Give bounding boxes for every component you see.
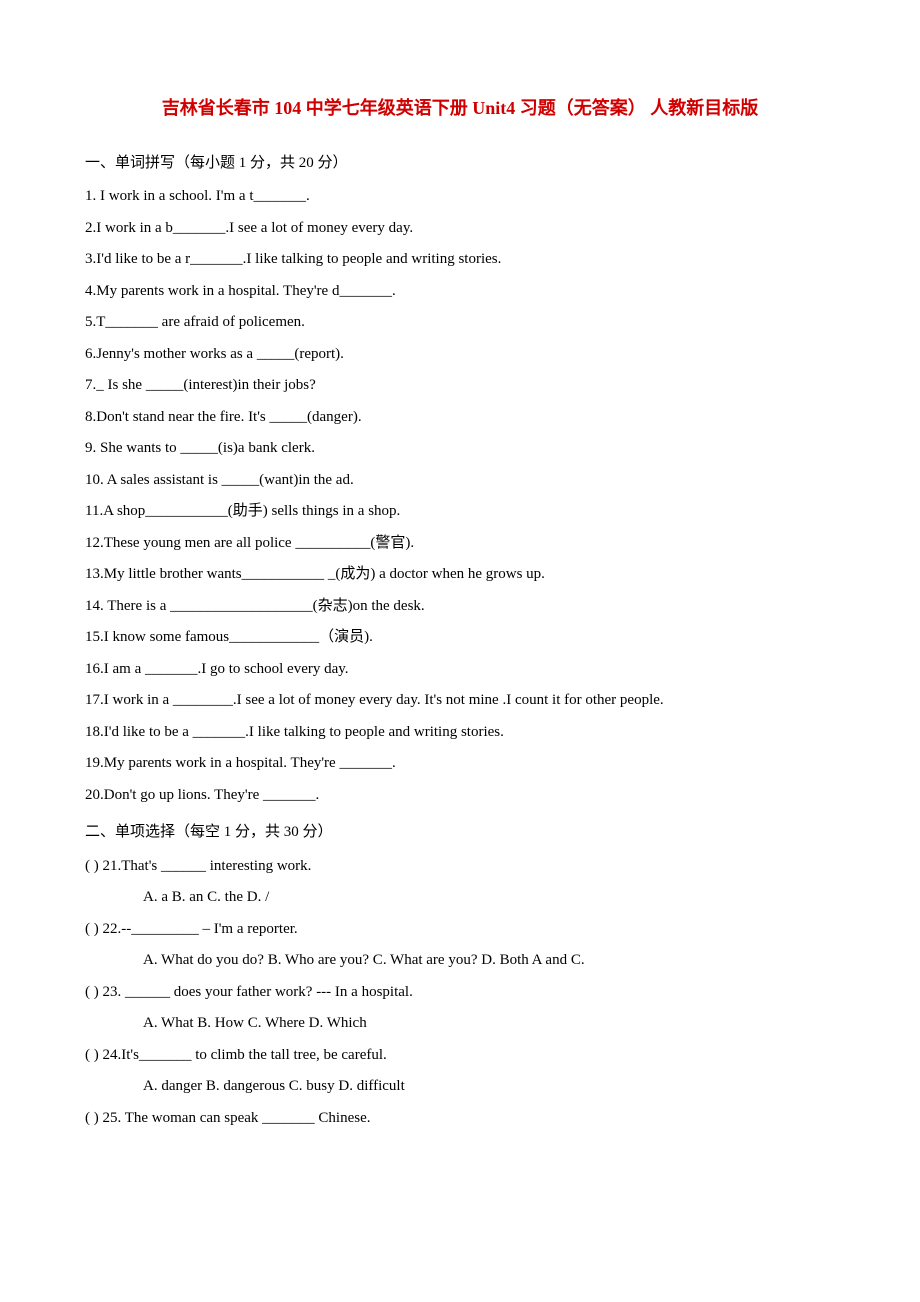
question-23: ( ) 23. ______ does your father work? --… xyxy=(85,977,835,1009)
question-17: 17.I work in a ________.I see a lot of m… xyxy=(85,685,835,717)
question-15: 15.I know some famous____________（演员). xyxy=(85,622,835,654)
question-19: 19.My parents work in a hospital. They'r… xyxy=(85,748,835,780)
question-7: 7._ Is she _____(interest)in their jobs? xyxy=(85,370,835,402)
question-25: ( ) 25. The woman can speak _______ Chin… xyxy=(85,1103,835,1135)
question-21-options: A. a B. an C. the D. / xyxy=(85,882,835,914)
question-20: 20.Don't go up lions. They're _______. xyxy=(85,780,835,812)
question-1: 1. I work in a school. I'm a t_______. xyxy=(85,181,835,213)
question-14: 14. There is a ___________________(杂志)on… xyxy=(85,591,835,623)
question-2: 2.I work in a b_______.I see a lot of mo… xyxy=(85,213,835,245)
question-18: 18.I'd like to be a _______.I like talki… xyxy=(85,717,835,749)
question-9: 9. She wants to _____(is)a bank clerk. xyxy=(85,433,835,465)
section2-header: 二、单项选择（每空 1 分，共 30 分） xyxy=(85,817,835,849)
question-4: 4.My parents work in a hospital. They're… xyxy=(85,276,835,308)
question-16: 16.I am a _______.I go to school every d… xyxy=(85,654,835,686)
question-10: 10. A sales assistant is _____(want)in t… xyxy=(85,465,835,497)
question-21: ( ) 21.That's ______ interesting work. xyxy=(85,851,835,883)
question-5: 5.T_______ are afraid of policemen. xyxy=(85,307,835,339)
section1-header: 一、单词拼写（每小题 1 分，共 20 分） xyxy=(85,148,835,180)
question-8: 8.Don't stand near the fire. It's _____(… xyxy=(85,402,835,434)
question-23-options: A. What B. How C. Where D. Which xyxy=(85,1008,835,1040)
document-title: 吉林省长春市 104 中学七年级英语下册 Unit4 习题（无答案） 人教新目标… xyxy=(85,90,835,128)
question-13: 13.My little brother wants___________ _(… xyxy=(85,559,835,591)
question-24-options: A. danger B. dangerous C. busy D. diffic… xyxy=(85,1071,835,1103)
question-11: 11.A shop___________(助手) sells things in… xyxy=(85,496,835,528)
question-12: 12.These young men are all police ______… xyxy=(85,528,835,560)
question-22: ( ) 22.--_________ – I'm a reporter. xyxy=(85,914,835,946)
question-22-options: A. What do you do? B. Who are you? C. Wh… xyxy=(85,945,835,977)
question-3: 3.I'd like to be a r_______.I like talki… xyxy=(85,244,835,276)
question-24: ( ) 24.It's_______ to climb the tall tre… xyxy=(85,1040,835,1072)
question-6: 6.Jenny's mother works as a _____(report… xyxy=(85,339,835,371)
